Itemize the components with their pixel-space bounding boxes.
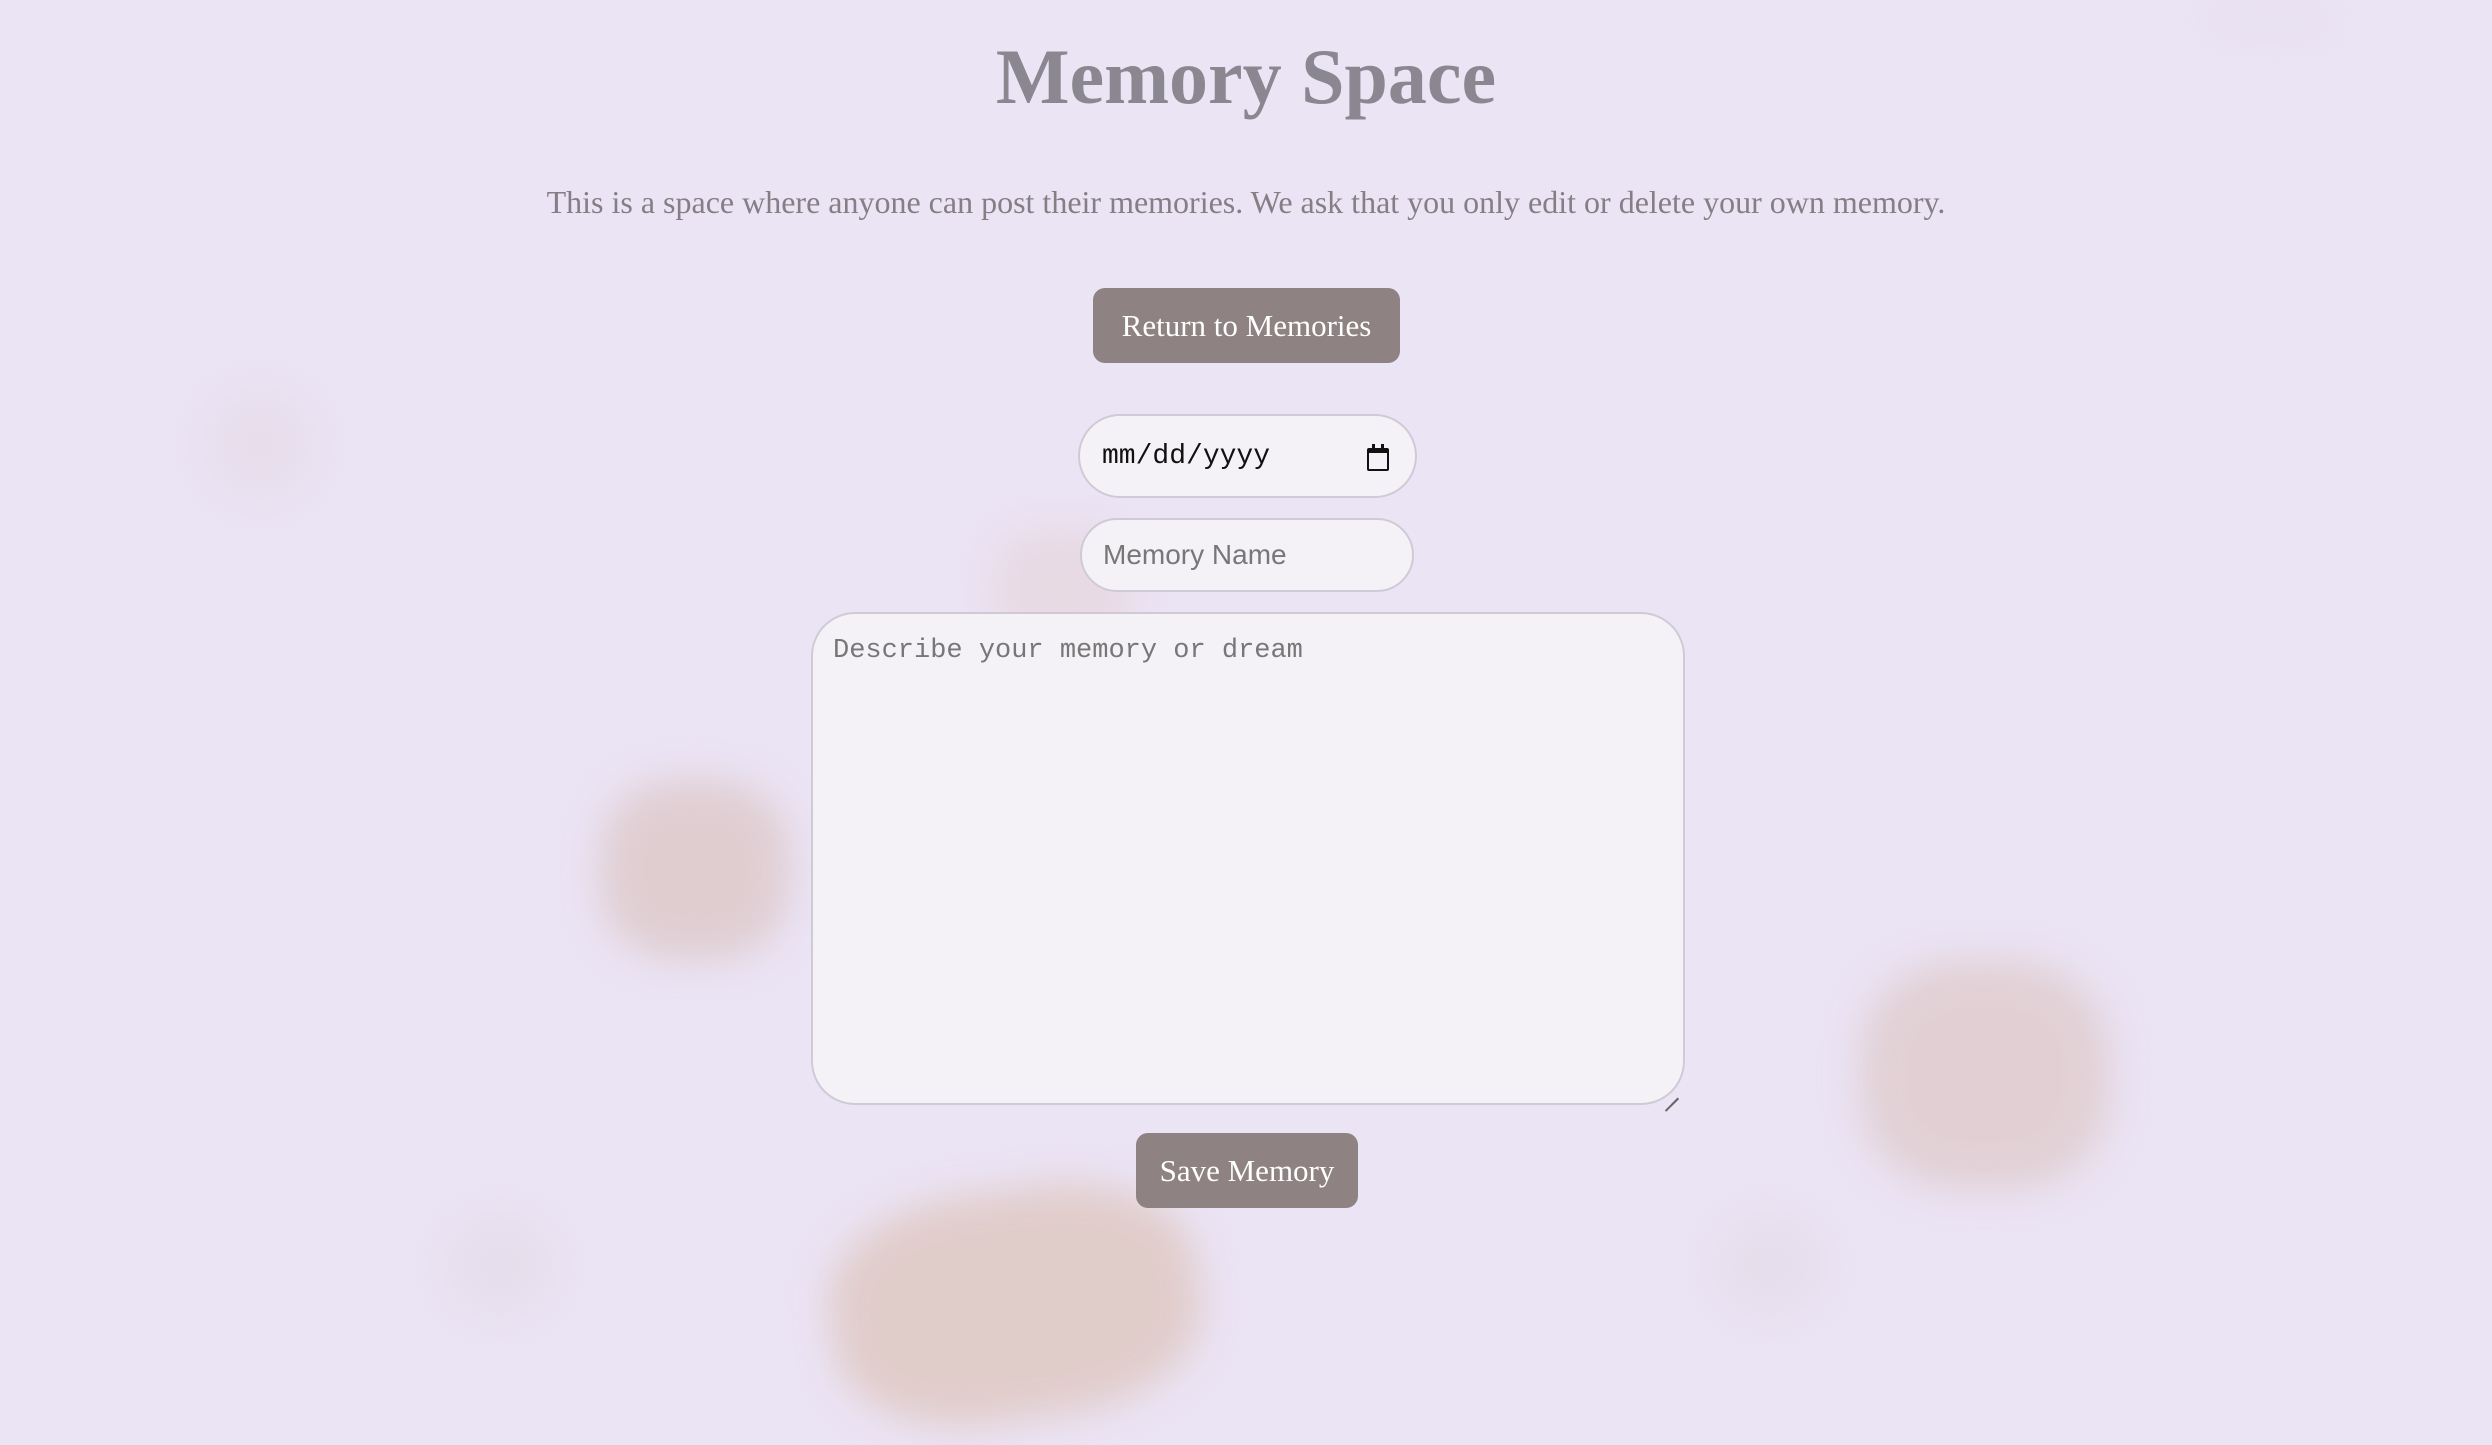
save-memory-button[interactable]: Save Memory xyxy=(1136,1133,1358,1208)
return-to-memories-button[interactable]: Return to Memories xyxy=(1093,288,1400,363)
background-blob xyxy=(440,1210,560,1320)
background-blob xyxy=(600,780,790,960)
page-description: This is a space where anyone can post th… xyxy=(546,184,1946,220)
date-input-placeholder: mm/dd/yyyy xyxy=(1102,440,1271,472)
background-blob xyxy=(1860,960,2110,1190)
memory-date-input[interactable]: mm/dd/yyyy xyxy=(1078,414,1417,498)
background-blob xyxy=(200,385,320,505)
background-blob xyxy=(1710,1210,1830,1320)
memory-name-input[interactable]: Memory Name xyxy=(1080,518,1414,592)
page-title: Memory Space xyxy=(995,33,1497,120)
resize-grip-icon[interactable] xyxy=(1663,1083,1679,1099)
calendar-icon[interactable] xyxy=(1367,444,1389,471)
memory-description-placeholder: Describe your memory or dream xyxy=(833,636,1303,666)
memory-name-placeholder: Memory Name xyxy=(1103,539,1287,570)
memory-description-textarea[interactable]: Describe your memory or dream xyxy=(811,612,1685,1105)
